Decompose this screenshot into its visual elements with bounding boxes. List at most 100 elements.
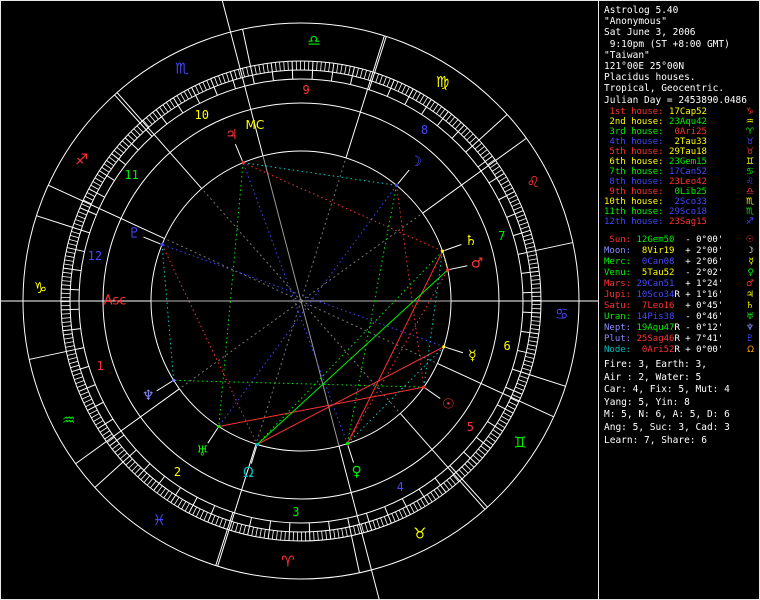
aspect-square-pluto-node bbox=[161, 244, 258, 445]
minor-cusp-line bbox=[255, 300, 302, 445]
aspect-sextile-moon-jupiter bbox=[243, 162, 397, 186]
planet-row-pluto: Plut: 25Sag46R + 7°41' ♇ bbox=[604, 334, 754, 344]
aspect-opposition-moon-uranus bbox=[218, 185, 397, 427]
house-number-3: 3 bbox=[292, 505, 299, 519]
planet-row-moon: Moon: 8Vir19 + 2°00' ☽ bbox=[604, 246, 754, 256]
sun-icon: ☉ bbox=[745, 235, 754, 245]
neptune-degree-dot bbox=[172, 378, 176, 382]
sun-chart-icon: ☉ bbox=[442, 396, 455, 412]
planet-row-node: Node: 0Ari52R + 0°00' Ω bbox=[604, 345, 754, 355]
aspect-square-mercury-node bbox=[256, 346, 445, 445]
planet-row-saturn: Satu: 7Leo16 + 0°45' ♄ bbox=[604, 301, 754, 311]
house-sign-icon: ♐ bbox=[745, 217, 754, 227]
house-cusp-table: 1st house: 17Cap52 ♑ 2nd house: 23Aqu42 ♒ … bbox=[604, 107, 756, 227]
pluto-degree-dot bbox=[160, 242, 164, 247]
house-number-10: 10 bbox=[195, 108, 209, 122]
chart-wheel-area: ♈ ♉ ♊ ♋ ♌ ♍ ♎ ♏ ♐ ♑ ♒ ♓ 1 2 3 4 5 6 7 8 9 10 11 12 ☉ ☽ ☿ ♀ ♂ ♃ ♄ ♅ ♆ ♇ Ω As… bbox=[1, 1, 646, 599]
moon-pointer-line bbox=[397, 169, 410, 185]
mars-chart-icon: ♂ bbox=[471, 256, 484, 272]
house-sign-icon: ♑ bbox=[745, 107, 754, 117]
taurus-sign-icon: ♉ bbox=[413, 524, 426, 542]
capricorn-sign-icon: ♑ bbox=[34, 279, 47, 297]
aspect-square-venus-mars bbox=[346, 269, 449, 444]
astrolog-window: ♈ ♉ ♊ ♋ ♌ ♍ ♎ ♏ ♐ ♑ ♒ ♓ 1 2 3 4 5 6 7 8 9 10 11 12 ☉ ☽ ☿ ♀ ♂ ♃ ♄ ♅ ♆ ♇ Ω As… bbox=[0, 0, 760, 600]
pluto-chart-icon: ♇ bbox=[128, 225, 141, 241]
saturn-icon: ♄ bbox=[745, 301, 754, 311]
chart-header-block: Astrolog 5.40 "Anonymous" Sat June 3, 2006… bbox=[604, 5, 747, 106]
house-number-11: 11 bbox=[124, 168, 138, 182]
pisces-sign-icon: ♓ bbox=[153, 511, 166, 529]
aspect-square-sun-uranus bbox=[218, 386, 424, 427]
header-line-1: Astrolog 5.40 bbox=[604, 5, 679, 16]
moon-icon: ☽ bbox=[745, 246, 754, 256]
uranus-icon: ♅ bbox=[745, 312, 754, 322]
house-number-8: 8 bbox=[421, 123, 428, 137]
chart-statistics-block: Fire: 3, Earth: 3, Air : 2, Water: 5 Car: … bbox=[604, 359, 730, 447]
neptune-chart-icon: ♆ bbox=[142, 388, 155, 404]
aries-sign-icon: ♈ bbox=[281, 553, 294, 571]
ascendant-label: Asc bbox=[104, 294, 127, 309]
mars-icon: ♂ bbox=[745, 279, 754, 289]
house-sign-icon: ♊ bbox=[745, 157, 754, 167]
house-row-10: 10th house: 2Sco33 ♏ bbox=[604, 197, 754, 207]
sagittarius-sign-icon: ♐ bbox=[75, 150, 88, 168]
aspect-trine-saturn-node bbox=[256, 250, 443, 445]
uranus-chart-icon: ♅ bbox=[196, 444, 209, 460]
house-number-4: 4 bbox=[397, 480, 404, 494]
gemini-sign-icon: ♊ bbox=[513, 434, 526, 452]
mercury-degree-dot bbox=[442, 345, 446, 349]
node-chart-icon: Ω bbox=[243, 465, 254, 481]
node-icon: Ω bbox=[747, 345, 754, 355]
node-degree-dot bbox=[255, 442, 259, 447]
planet-row-mars: Mars: 29Can51 + 1°24' ♂ bbox=[604, 279, 754, 289]
aspect-sextile-sun-saturn bbox=[423, 251, 443, 388]
aspect-trine-jupiter-uranus bbox=[218, 162, 244, 427]
house-sign-icon: ♎ bbox=[745, 187, 754, 197]
libra-sign-icon: ♎ bbox=[307, 31, 320, 49]
info-sidebar: Astrolog 5.40 "Anonymous" Sat June 3, 2006… bbox=[599, 1, 759, 599]
virgo-sign-icon: ♍ bbox=[436, 73, 449, 91]
house-row-12: 12th house: 23Sag15 ♐ bbox=[604, 217, 754, 227]
mars-degree-dot bbox=[446, 268, 450, 272]
house-row-2: 2nd house: 23Aqu42 ♒ bbox=[604, 117, 754, 127]
header-line-6: 121°00E 25°00N bbox=[604, 61, 685, 73]
house-sign-icon: ♉ bbox=[745, 137, 754, 147]
aspect-trine-mars-node bbox=[256, 269, 449, 445]
header-line-5: "Taiwan" bbox=[604, 49, 650, 61]
house-sign-icon: ♏ bbox=[745, 207, 754, 217]
stats-line-4: Yang: 5, Yin: 8 bbox=[604, 396, 690, 408]
stats-line-5: M: 5, N: 6, A: 5, D: 6 bbox=[604, 409, 730, 421]
saturn-chart-icon: ♄ bbox=[464, 233, 477, 249]
house-row-3: 3rd house: 0Ari25 ♈ bbox=[604, 127, 754, 137]
house-sign-icon: ♏ bbox=[745, 197, 754, 207]
mars-pointer-line bbox=[449, 265, 468, 270]
house-number-1: 1 bbox=[97, 359, 104, 373]
header-line-7: Placidus houses. bbox=[604, 72, 696, 84]
aspect-trine-sun-neptune bbox=[173, 379, 424, 388]
aspect-square-venus-saturn bbox=[346, 250, 443, 444]
aspect-square-jupiter-saturn bbox=[242, 162, 443, 252]
header-line-2: "Anonymous" bbox=[604, 16, 667, 28]
header-line-3: Sat June 3, 2006 bbox=[604, 27, 696, 39]
venus-degree-dot bbox=[345, 442, 349, 446]
header-line-8: Tropical, Geocentric. bbox=[604, 83, 725, 95]
neptune-pointer-line bbox=[156, 380, 173, 392]
house-number-5: 5 bbox=[467, 420, 474, 434]
venus-icon: ♀ bbox=[747, 268, 754, 278]
planet-row-uranus: Uran: 14Pis38 - 0°46' ♅ bbox=[604, 312, 754, 322]
sun-degree-dot bbox=[422, 385, 426, 389]
jupiter-chart-icon: ♃ bbox=[225, 127, 238, 143]
planet-row-neptune: Nept: 19Aqu47R - 0°12' ♆ bbox=[604, 323, 754, 333]
stats-line-3: Car: 4, Fix: 5, Mut: 4 bbox=[604, 384, 730, 396]
house-number-9: 9 bbox=[302, 83, 309, 97]
leo-sign-icon: ♌ bbox=[527, 173, 540, 191]
wheel-svg: ♈♉♊♋♌♍♎♏♐♑♒♓123456789101112☉☽☿♀♂♃♄♅♆♇ΩAs… bbox=[1, 1, 646, 599]
aspect-sextile-mercury-venus bbox=[346, 346, 445, 445]
house-row-4: 4th house: 2Tau33 ♉ bbox=[604, 137, 754, 147]
house-row-6: 6th house: 23Gem15 ♊ bbox=[604, 157, 754, 167]
jupiter-degree-dot bbox=[241, 161, 245, 165]
venus-pointer-line bbox=[347, 445, 355, 463]
saturn-pointer-line bbox=[444, 244, 462, 251]
uranus-pointer-line bbox=[207, 427, 219, 444]
house-sign-icon: ♉ bbox=[745, 147, 754, 157]
